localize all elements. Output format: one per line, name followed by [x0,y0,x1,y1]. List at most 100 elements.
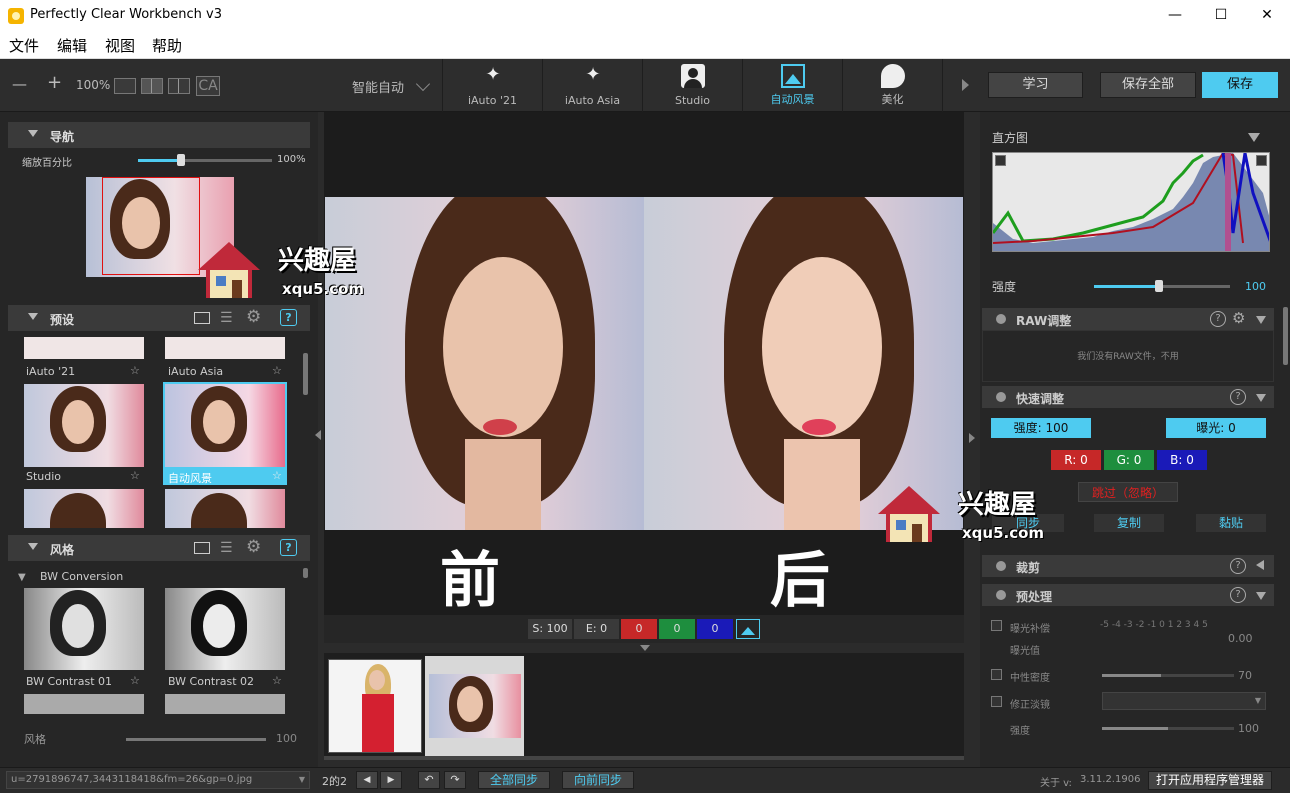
collapse-left-icon[interactable] [315,430,321,440]
styles-scrollbar[interactable] [303,568,308,578]
open-app-manager-button[interactable]: 打开应用程序管理器 [1148,771,1272,790]
film-thumb-selected[interactable] [425,656,524,760]
film-thumb[interactable] [328,659,422,753]
collapse-icon[interactable] [1248,133,1260,142]
pre-strength-slider[interactable] [1102,727,1234,730]
nd-slider[interactable] [1102,674,1234,677]
about-label[interactable]: 关于 v: [1040,774,1072,789]
presets-header[interactable]: 预设 ☰ ⚙ ? [8,305,310,331]
collapse-icon[interactable] [1256,592,1266,600]
right-panel-scrollbar[interactable] [1283,307,1288,365]
minimize-button[interactable]: — [1152,0,1198,31]
quick-adjust-header[interactable]: 快速调整 ? [982,386,1274,408]
exposure-chip[interactable]: 曝光: 0 [1166,418,1266,438]
ca-button[interactable]: CA [196,76,220,96]
help-icon[interactable]: ? [1230,587,1246,603]
green-chip[interactable]: G: 0 [1104,450,1154,470]
help-icon[interactable]: ? [280,539,297,556]
strength-chip[interactable]: 强度: 100 [991,418,1091,438]
next-image-button[interactable]: ▶ [380,771,402,789]
copy-button[interactable]: 复制 [1094,514,1164,532]
expand-icon[interactable]: ▼ [18,572,26,583]
toggle-dot[interactable] [996,314,1006,324]
gear-icon[interactable]: ⚙ [246,537,261,557]
filmstrip-scrollbar[interactable] [324,756,964,760]
learn-button[interactable]: 学习 [988,72,1083,98]
single-view-icon[interactable] [114,78,136,94]
raw-header[interactable]: RAW调整 ? ⚙ [982,308,1274,330]
fix-lens-dropdown[interactable]: ▼ [1102,692,1266,710]
menu-file[interactable]: 文件 [9,35,39,56]
tab-beautify[interactable]: 美化 [842,59,942,112]
star-icon[interactable]: ☆ [130,364,140,377]
viewport-rect[interactable] [102,177,200,275]
collapse-icon[interactable] [1256,316,1266,324]
collapse-right-icon[interactable] [969,433,975,443]
rotate-left-icon[interactable]: ↶ [418,771,440,789]
slider-handle[interactable] [1155,280,1164,292]
maximize-button[interactable]: ☐ [1198,0,1244,31]
star-icon[interactable]: ☆ [272,364,282,377]
style-thumb[interactable] [24,588,144,670]
help-icon[interactable]: ? [1230,389,1246,405]
gear-icon[interactable]: ⚙ [1232,309,1245,327]
style-thumb[interactable] [24,694,144,714]
side-view-icon[interactable] [168,78,190,94]
preset-thumb[interactable] [24,337,144,359]
image-compare-icon[interactable] [736,619,760,639]
styles-header[interactable]: 风格 ☰ ⚙ ? [8,535,310,561]
sync-all-button[interactable]: 全部同步 [478,771,550,789]
close-button[interactable]: ✕ [1244,0,1290,31]
help-icon[interactable]: ? [1210,311,1226,327]
shadow-clip-checkbox[interactable] [995,155,1006,166]
prev-image-button[interactable]: ◀ [356,771,378,789]
preset-thumb[interactable] [24,384,144,467]
star-icon[interactable]: ☆ [272,469,282,482]
collapse-icon[interactable] [1256,394,1266,402]
navigator-header[interactable]: 导航 [8,122,310,148]
presets-scrollbar[interactable] [303,353,308,395]
filename-dropdown[interactable]: u=2791896747,3443118418&fm=26&gp=0.jpg ▼ [6,771,310,789]
menu-help[interactable]: 帮助 [152,35,182,56]
style-strength-slider[interactable] [126,738,266,741]
toggle-dot[interactable] [996,392,1006,402]
nav-zoom-slider[interactable] [138,154,272,166]
style-thumb[interactable] [165,588,285,670]
help-icon[interactable]: ? [280,309,297,326]
slider-handle[interactable] [176,154,185,166]
tab-iauto-asia[interactable]: ✦ iAuto Asia [542,59,642,112]
gear-icon[interactable]: ⚙ [246,307,261,327]
red-chip[interactable]: R: 0 [1051,450,1101,470]
nd-checkbox[interactable] [991,669,1002,680]
preset-thumb[interactable] [165,337,285,359]
crop-header[interactable]: 裁剪 ? [982,555,1274,577]
zoom-in-button[interactable]: + [47,72,62,93]
blue-chip[interactable]: B: 0 [1157,450,1207,470]
star-icon[interactable]: ☆ [130,469,140,482]
expand-icon[interactable] [1256,560,1264,570]
rotate-right-icon[interactable]: ↷ [444,771,466,789]
after-image[interactable] [644,197,963,530]
sync-forward-button[interactable]: 向前同步 [562,771,634,789]
star-icon[interactable]: ☆ [272,674,282,687]
menu-view[interactable]: 视图 [105,35,135,56]
smart-auto-dropdown[interactable]: 智能自动 [352,77,404,96]
tab-auto-landscape[interactable]: 自动风景 [742,59,842,112]
strength-slider[interactable] [1094,280,1230,292]
list-view-icon[interactable]: ☰ [220,540,233,556]
grid-view-icon[interactable] [194,542,210,554]
toggle-dot[interactable] [996,561,1006,571]
grid-view-icon[interactable] [194,312,210,324]
help-icon[interactable]: ? [1230,558,1246,574]
paste-button[interactable]: 黏贴 [1196,514,1266,532]
menu-edit[interactable]: 编辑 [57,35,87,56]
star-icon[interactable]: ☆ [130,674,140,687]
preprocess-header[interactable]: 预处理 ? [982,584,1274,606]
fix-lens-checkbox[interactable] [991,696,1002,707]
exposure-comp-checkbox[interactable] [991,620,1002,631]
list-view-icon[interactable]: ☰ [220,310,233,326]
scroll-right-icon[interactable] [962,79,969,91]
tab-iauto-21[interactable]: ✦ iAuto '21 [442,59,542,112]
save-button[interactable]: 保存 [1202,72,1278,98]
preset-thumb[interactable] [24,489,144,528]
